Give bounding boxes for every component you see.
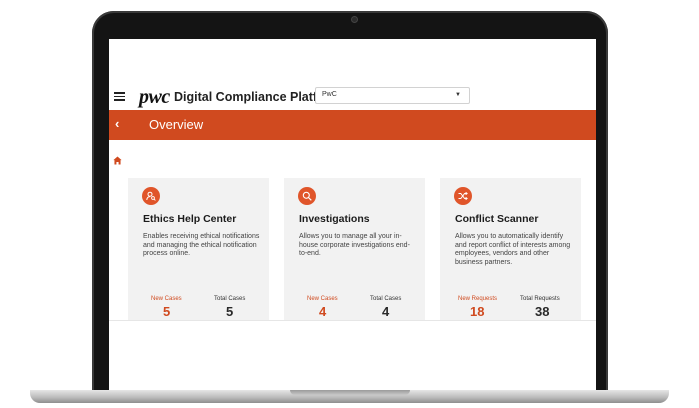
shuffle-icon (454, 187, 472, 205)
new-requests-value: 18 (470, 304, 485, 319)
page-header-bar: ‹ Overview (109, 110, 596, 140)
laptop-base-notch (290, 390, 410, 395)
new-cases-value: 5 (163, 304, 171, 319)
card-conflict-scanner[interactable]: Conflict Scanner Allows you to automatic… (440, 178, 581, 320)
top-bar: pwc Digital Compliance Platform PwC ▼ (109, 84, 596, 109)
card-description: Allows you to automatically identify and… (455, 233, 571, 266)
card-ethics-help-center[interactable]: Ethics Help Center Enables receiving eth… (128, 178, 269, 320)
card-description: Enables receiving ethical notifications … (143, 233, 260, 257)
bottom-strip (109, 320, 596, 390)
card-title: Investigations (299, 213, 370, 225)
total-cases-label: Total Cases (214, 296, 246, 302)
organization-select[interactable]: PwC ▼ (315, 87, 470, 104)
pwc-logo: pwc (139, 86, 170, 108)
total-requests-value: 38 (535, 304, 550, 319)
new-cases-label: New Cases (307, 296, 338, 302)
person-search-icon (142, 187, 160, 205)
total-requests-label: Total Requests (520, 296, 560, 302)
card-title: Ethics Help Center (143, 213, 237, 225)
total-cases-value: 4 (382, 304, 390, 319)
back-chevron-icon[interactable]: ‹ (115, 117, 119, 130)
total-cases-label: Total Cases (370, 296, 402, 302)
card-title: Conflict Scanner (455, 213, 539, 225)
page-title: Overview (149, 117, 204, 132)
total-cases-value: 5 (226, 304, 234, 319)
new-requests-label: New Requests (458, 296, 498, 302)
new-cases-value: 4 (319, 304, 327, 319)
organization-select-value: PwC (322, 91, 337, 98)
magnifier-icon (298, 187, 316, 205)
caret-down-icon: ▼ (455, 92, 461, 98)
new-cases-label: New Cases (151, 296, 182, 302)
screen: pwc Digital Compliance Platform PwC ▼ ‹ … (109, 39, 596, 390)
card-description: Allows you to manage all your in-house c… (299, 233, 410, 257)
camera-icon (352, 17, 357, 22)
hamburger-menu-icon[interactable] (114, 92, 125, 101)
home-icon[interactable] (113, 156, 122, 165)
card-investigations[interactable]: Investigations Allows you to manage all … (284, 178, 425, 320)
